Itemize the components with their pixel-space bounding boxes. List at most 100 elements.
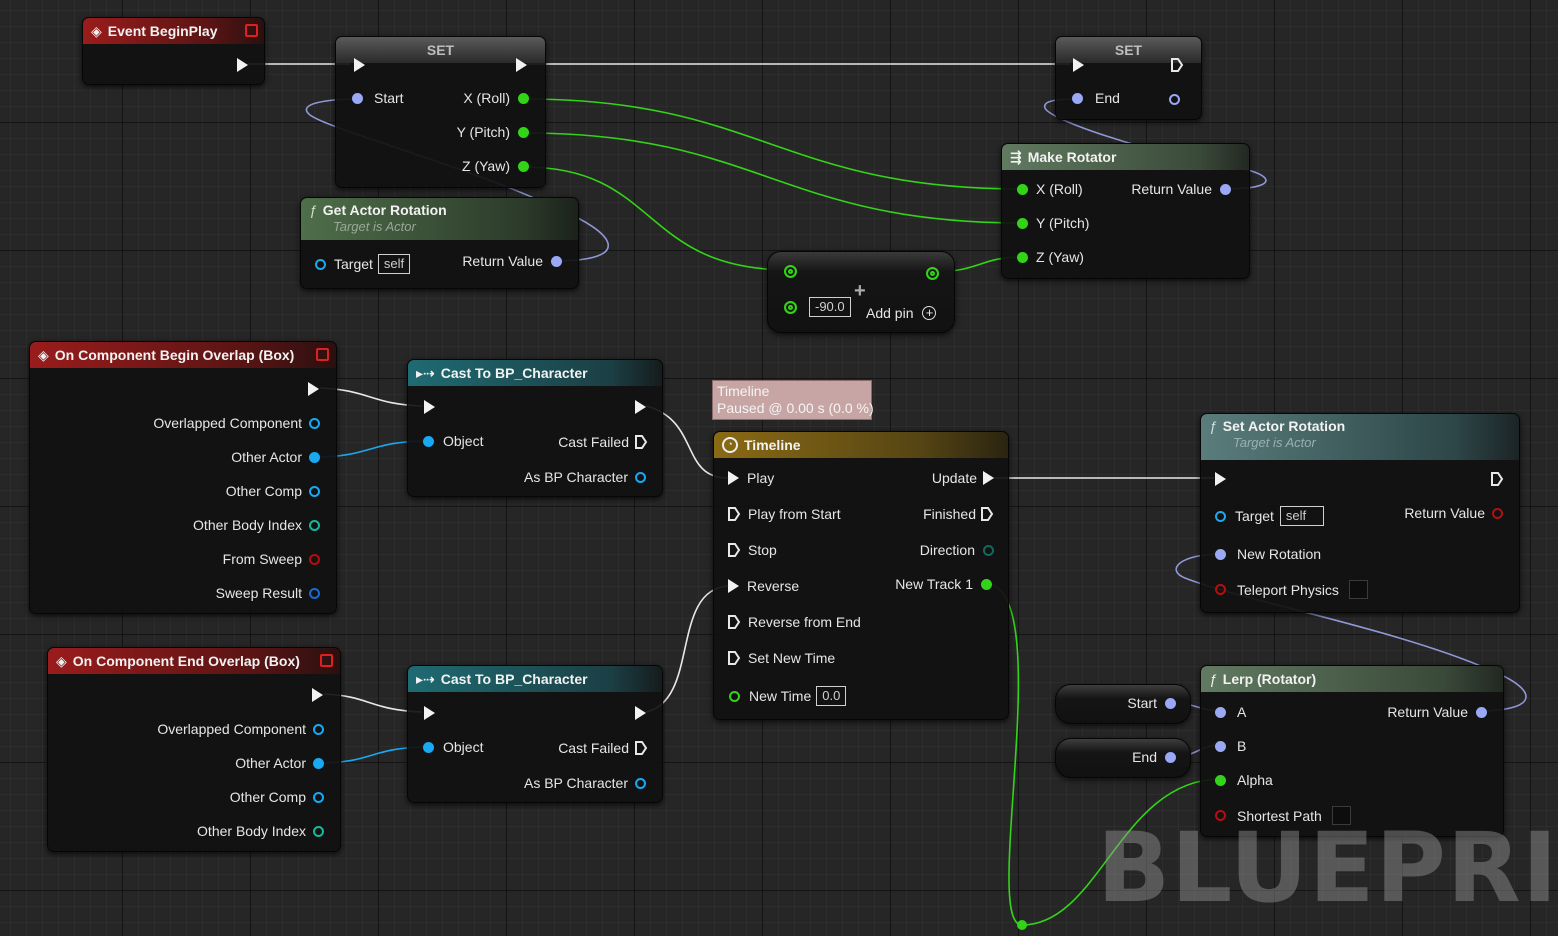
exec-out-pin[interactable] <box>635 706 646 720</box>
a-pin-row[interactable]: A <box>1215 704 1246 720</box>
y-pitch-pin-row[interactable]: Y (Pitch) <box>1017 215 1089 231</box>
float-pin[interactable] <box>518 160 529 172</box>
exec-out-pin-empty[interactable] <box>634 434 648 450</box>
struct-pin[interactable] <box>352 92 363 104</box>
start-getter-row[interactable]: Start <box>1127 695 1176 711</box>
delegate-square-icon[interactable] <box>316 348 329 361</box>
end-getter-row[interactable]: End <box>1132 749 1176 765</box>
finished-pin-row[interactable]: Finished <box>923 506 994 522</box>
x-roll-pin-row[interactable]: X (Roll) <box>463 90 529 106</box>
float-value-input[interactable]: -90.0 <box>809 297 851 317</box>
y-pitch-pin-row[interactable]: Y (Pitch) <box>457 124 529 140</box>
bool-pin[interactable] <box>1215 584 1226 595</box>
stop-pin-row[interactable]: Stop <box>727 542 777 558</box>
exec-in-pin[interactable] <box>728 471 739 485</box>
struct-pin[interactable] <box>1220 183 1231 195</box>
struct-pin[interactable] <box>1215 740 1226 752</box>
delegate-square-icon[interactable] <box>320 654 333 667</box>
direction-pin-row[interactable]: Direction <box>920 542 994 558</box>
struct-out-pin[interactable] <box>1169 94 1180 105</box>
other-body-index-pin-row[interactable]: Other Body Index <box>197 823 324 839</box>
return-value-pin-row[interactable]: Return Value <box>462 253 562 269</box>
update-pin-row[interactable]: Update <box>932 470 994 486</box>
begin-overlap-header[interactable]: ◈ On Component Begin Overlap (Box) <box>30 342 336 368</box>
set-actor-rotation-node[interactable]: ƒ Set Actor Rotation Target is Actor Targ… <box>1200 413 1520 613</box>
from-sweep-pin-row[interactable]: From Sweep <box>223 551 320 567</box>
exec-out-pin-empty[interactable] <box>634 740 648 756</box>
float-pin[interactable] <box>518 126 529 138</box>
new-track-1-pin-row[interactable]: New Track 1 <box>895 576 992 592</box>
set-node-start[interactable]: SET Start X (Roll) Y (Pitch) Z (Yaw) <box>335 36 546 188</box>
enum-pin[interactable] <box>983 544 994 556</box>
float-out-pin[interactable] <box>926 267 939 280</box>
x-roll-pin-row[interactable]: X (Roll) <box>1017 181 1083 197</box>
teleport-physics-checkbox[interactable] <box>1348 580 1368 599</box>
end-variable-getter[interactable]: End <box>1055 738 1191 778</box>
teleport-physics-pin-row[interactable]: Teleport Physics <box>1215 580 1368 599</box>
exec-in-pin[interactable] <box>424 400 435 414</box>
float-pin[interactable] <box>1017 183 1028 195</box>
return-value-pin-row[interactable]: Return Value <box>1131 181 1231 197</box>
bool-pin[interactable] <box>1492 507 1503 519</box>
object-pin[interactable] <box>309 417 320 429</box>
reverse-pin-row[interactable]: Reverse <box>728 578 799 594</box>
self-input[interactable]: self <box>1279 506 1324 526</box>
float-pin[interactable] <box>729 690 740 702</box>
new-rotation-pin-row[interactable]: New Rotation <box>1215 546 1321 562</box>
exec-out-pin-empty[interactable] <box>1490 471 1504 487</box>
object-pin[interactable] <box>1215 510 1226 522</box>
struct-pin[interactable] <box>1215 706 1226 718</box>
object-pin-row[interactable]: Object <box>423 433 483 449</box>
object-pin[interactable] <box>315 258 326 270</box>
other-body-index-pin-row[interactable]: Other Body Index <box>193 517 320 533</box>
struct-pin[interactable] <box>551 255 562 267</box>
float-pin[interactable] <box>1017 251 1028 263</box>
begin-overlap-event-node[interactable]: ◈ On Component Begin Overlap (Box) Overl… <box>29 341 337 614</box>
z-yaw-pin-row[interactable]: Z (Yaw) <box>462 158 529 174</box>
as-bp-character-pin-row[interactable]: As BP Character <box>524 469 646 485</box>
other-comp-pin-row[interactable]: Other Comp <box>226 483 320 499</box>
start-pin-row[interactable]: Start <box>352 90 404 106</box>
float-pin[interactable] <box>981 578 992 590</box>
exec-out-pin[interactable] <box>635 400 646 414</box>
sweep-result-pin-row[interactable]: Sweep Result <box>216 585 320 601</box>
struct-pin[interactable] <box>309 587 320 599</box>
object-pin[interactable] <box>635 777 646 789</box>
cast-to-bp-character-node-2[interactable]: ▸⇢ Cast To BP_Character Object Cast Fail… <box>407 665 663 803</box>
exec-in-pin[interactable] <box>1215 472 1226 486</box>
float-pin[interactable] <box>1017 217 1028 229</box>
exec-out-pin[interactable] <box>237 58 248 72</box>
overlapped-component-pin-row[interactable]: Overlapped Component <box>157 721 324 737</box>
timeline-header[interactable]: ◔ Timeline <box>714 432 1008 458</box>
struct-pin[interactable] <box>1072 92 1083 104</box>
new-time-input[interactable]: 0.0 <box>816 686 847 706</box>
object-pin[interactable] <box>423 435 434 447</box>
int-pin[interactable] <box>313 825 324 837</box>
exec-in-pin[interactable] <box>1073 58 1084 72</box>
alpha-pin-row[interactable]: Alpha <box>1215 772 1273 788</box>
target-pin-row[interactable]: Target self <box>315 254 411 274</box>
bool-pin[interactable] <box>309 553 320 565</box>
as-bp-character-pin-row[interactable]: As BP Character <box>524 775 646 791</box>
set-new-time-pin-row[interactable]: Set New Time <box>727 650 835 666</box>
start-variable-getter[interactable]: Start <box>1055 684 1191 724</box>
other-comp-pin-row[interactable]: Other Comp <box>230 789 324 805</box>
z-yaw-pin-row[interactable]: Z (Yaw) <box>1017 249 1084 265</box>
play-pin-row[interactable]: Play <box>728 470 774 486</box>
delegate-square-icon[interactable] <box>245 24 258 37</box>
cast-failed-pin-row[interactable]: Cast Failed <box>558 434 648 450</box>
timeline-node[interactable]: ◔ Timeline Play Play from Start Stop Rev… <box>713 431 1009 720</box>
object-pin[interactable] <box>309 451 320 463</box>
get-actor-rotation-node[interactable]: ƒ Get Actor Rotation Target is Actor Targ… <box>300 197 579 289</box>
float-pin[interactable] <box>518 92 529 104</box>
object-pin[interactable] <box>635 471 646 483</box>
return-value-pin-row[interactable]: Return Value <box>1404 505 1503 521</box>
exec-out-pin-empty[interactable] <box>1170 57 1184 73</box>
float-in-pin[interactable] <box>784 265 797 278</box>
struct-pin[interactable] <box>1165 751 1176 763</box>
cast-failed-pin-row[interactable]: Cast Failed <box>558 740 648 756</box>
exec-in-pin-empty[interactable] <box>727 542 741 558</box>
struct-pin[interactable] <box>1165 697 1176 709</box>
reverse-from-end-pin-row[interactable]: Reverse from End <box>727 614 861 630</box>
struct-pin[interactable] <box>1215 548 1226 560</box>
